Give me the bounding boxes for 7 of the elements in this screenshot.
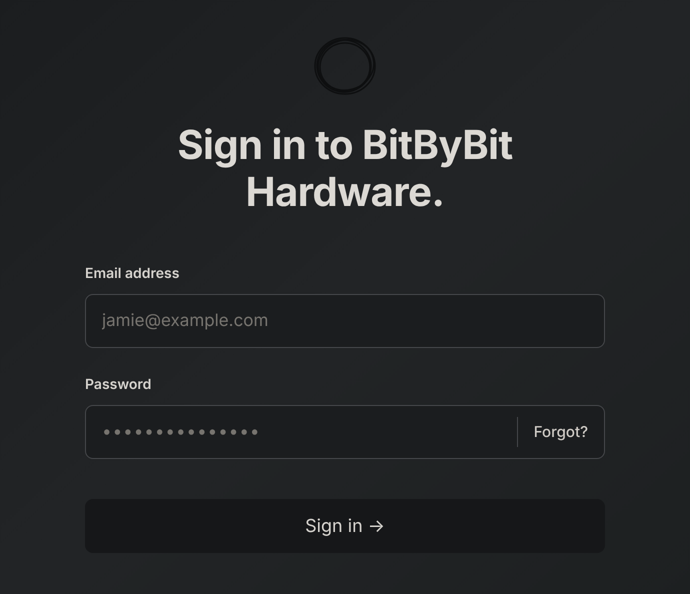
field-label: Password [85, 375, 152, 395]
field-label: Email address [85, 264, 180, 284]
sign-in-button[interactable]: Sign in → [85, 499, 605, 553]
page-title: Sign in to BitByBit Hardware. [176, 121, 514, 215]
password-field[interactable]: ••••••••••••••• Forgot? [85, 405, 605, 459]
forgot-link[interactable]: Forgot? [518, 420, 604, 444]
email-field[interactable]: jamie@example.com [85, 294, 605, 348]
